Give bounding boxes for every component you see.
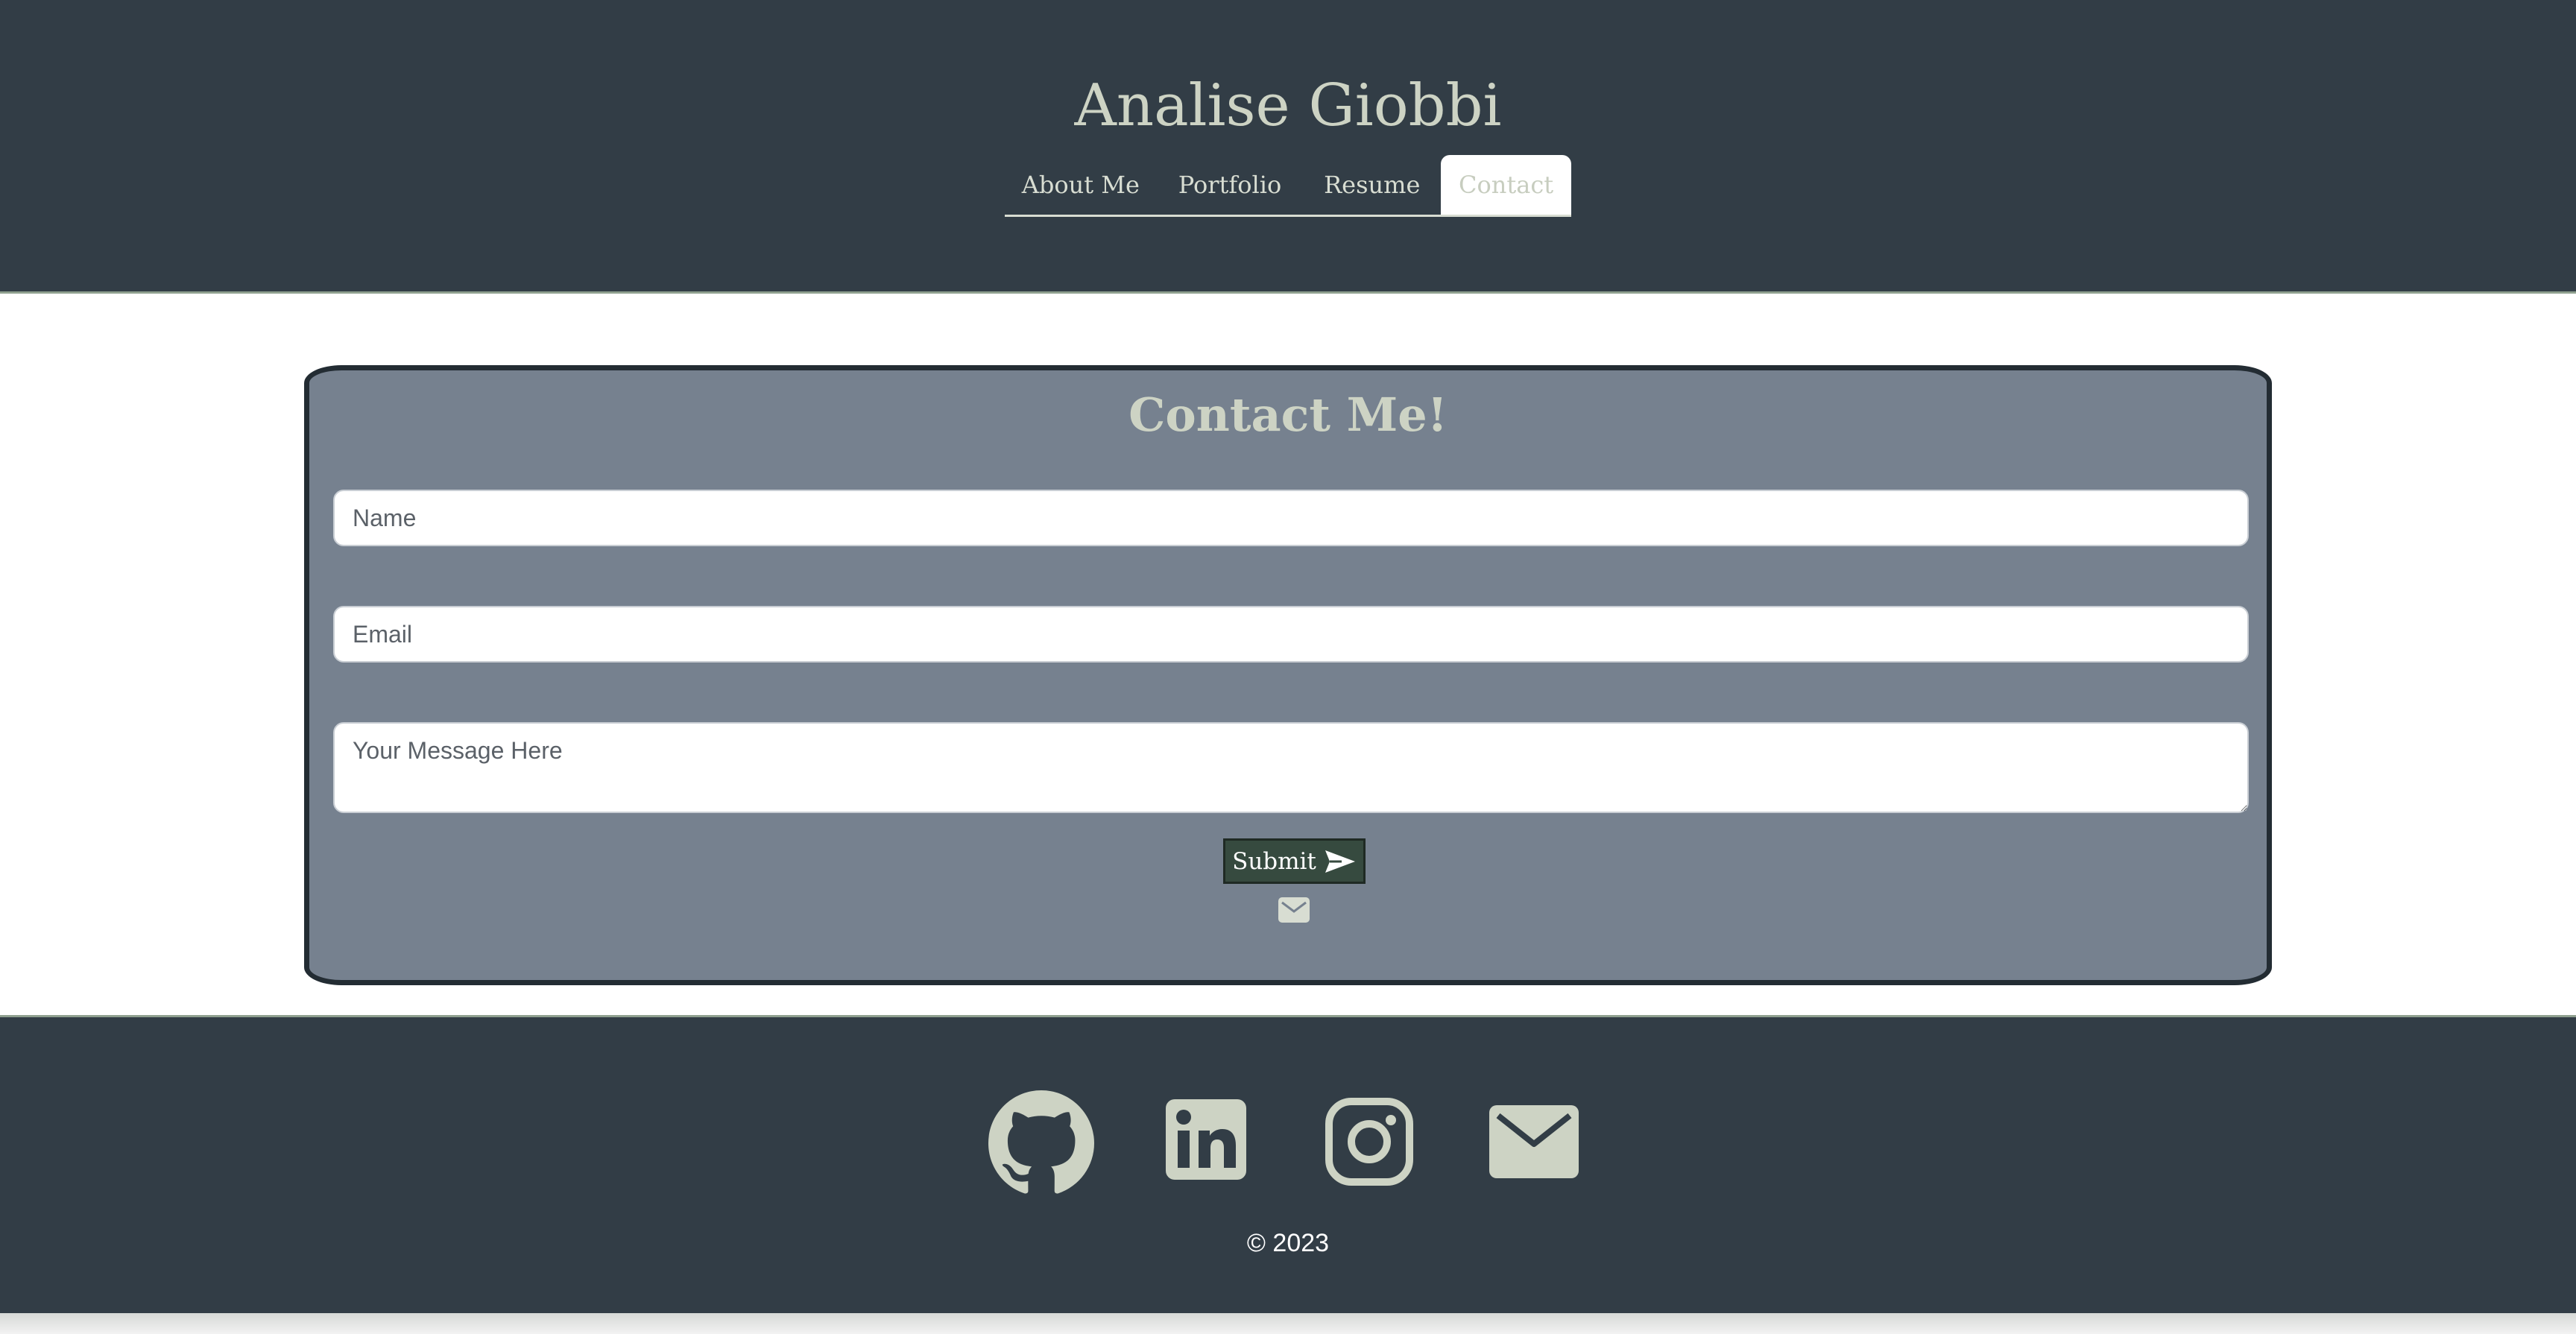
site-header: Analise Giobbi About Me Portfolio Resume… — [0, 0, 2576, 294]
site-footer: © 2023 — [0, 1015, 2576, 1313]
nav-portfolio[interactable]: Portfolio — [1157, 155, 1304, 215]
send-icon — [1324, 849, 1357, 874]
linkedin-icon[interactable] — [1166, 1099, 1246, 1180]
mail-icon[interactable] — [1489, 1105, 1579, 1178]
main-nav: About Me Portfolio Resume Contact — [1005, 155, 1571, 217]
contact-card: Contact Me! Submit — [304, 365, 2272, 985]
instagram-icon[interactable] — [1325, 1098, 1413, 1186]
nav-resume[interactable]: Resume — [1303, 155, 1441, 215]
submit-label: Submit — [1232, 847, 1316, 875]
copyright: © 2023 — [1246, 1229, 1330, 1257]
github-icon[interactable] — [988, 1090, 1094, 1196]
window-bottom-edge — [0, 1313, 2576, 1334]
name-input[interactable] — [333, 490, 2249, 546]
submit-button[interactable]: Submit — [1223, 838, 1366, 884]
message-textarea[interactable] — [333, 722, 2249, 813]
site-title: Analise Giobbi — [1074, 72, 1502, 139]
contact-heading: Contact Me! — [1128, 388, 1448, 442]
mail-icon — [1278, 897, 1310, 923]
email-input[interactable] — [333, 606, 2249, 663]
nav-about-me[interactable]: About Me — [1005, 155, 1157, 215]
page: Analise Giobbi About Me Portfolio Resume… — [0, 0, 2576, 1334]
nav-contact-active[interactable]: Contact — [1441, 155, 1571, 215]
